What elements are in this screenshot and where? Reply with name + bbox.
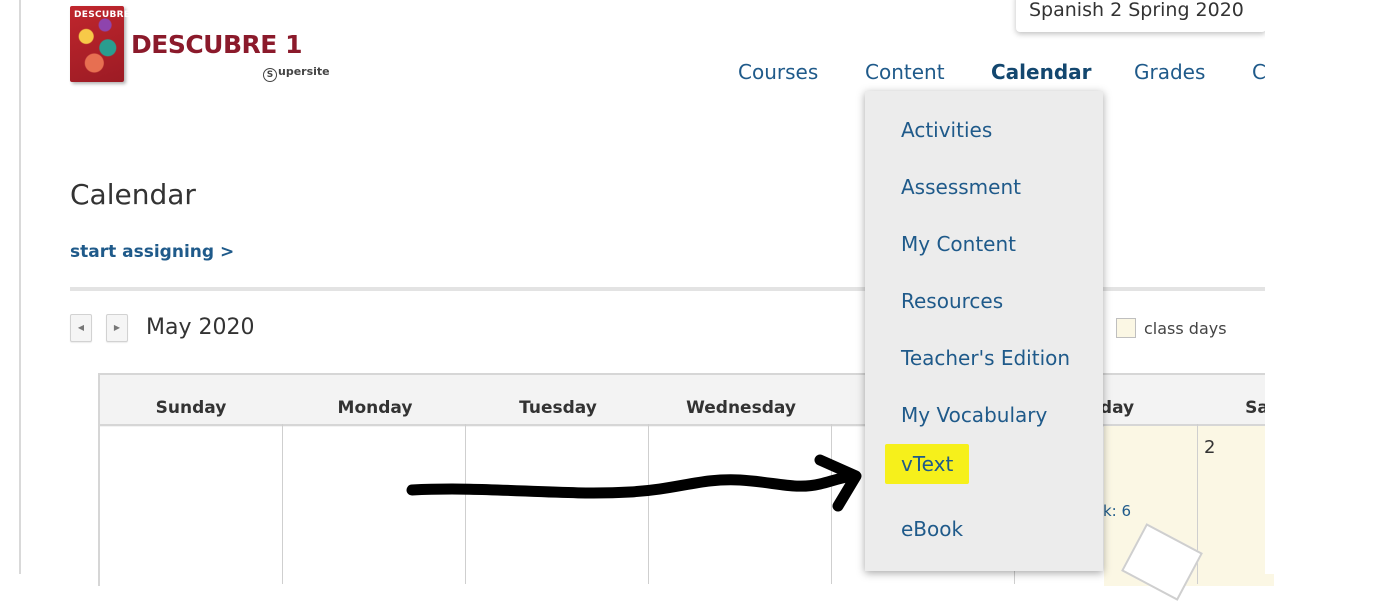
nav-more-truncated[interactable]: C — [1252, 60, 1266, 84]
book-cover-title: DESCUBRE — [74, 10, 131, 20]
brand-name: DESCUBRE 1 — [131, 30, 302, 59]
day-header-friday-partial: day — [1099, 398, 1135, 418]
supersite-logo: Supersite — [263, 65, 330, 82]
nav-calendar[interactable]: Calendar — [991, 60, 1092, 84]
course-name: Spanish 2 Spring 2020 — [1029, 0, 1244, 21]
supersite-s-icon: S — [263, 68, 277, 82]
menu-item-ebook[interactable]: eBook — [901, 517, 963, 541]
nav-courses[interactable]: Courses — [738, 60, 818, 84]
page-title: Calendar — [70, 178, 196, 211]
start-assigning-link[interactable]: start assigning > — [70, 242, 234, 262]
grid-line — [282, 424, 283, 584]
menu-item-teachers-edition[interactable]: Teacher's Edition — [901, 346, 1070, 370]
nav-grades[interactable]: Grades — [1134, 60, 1205, 84]
menu-item-my-content[interactable]: My Content — [901, 232, 1016, 256]
book-cover-icon: DESCUBRE — [70, 6, 130, 82]
current-month: May 2020 — [146, 315, 255, 340]
day-header-monday: Monday — [337, 398, 413, 418]
day-header-tuesday: Tuesday — [519, 398, 597, 418]
next-month-button[interactable]: ▶ — [106, 314, 128, 342]
content-dropdown-menu: Activities Assessment My Content Resourc… — [865, 91, 1103, 571]
descubre-logo[interactable]: DESCUBRE DESCUBRE 1 Supersite — [70, 6, 330, 86]
nav-content[interactable]: Content — [865, 60, 945, 84]
menu-item-activities[interactable]: Activities — [901, 118, 992, 142]
viewport-edge — [1265, 0, 1397, 574]
chevron-right-icon: ▶ — [113, 323, 121, 332]
day-header-wednesday: Wednesday — [686, 398, 796, 418]
prev-month-button[interactable]: ◀ — [70, 314, 92, 342]
menu-item-assessment[interactable]: Assessment — [901, 175, 1021, 199]
page-left-border — [19, 0, 21, 574]
chevron-left-icon: ◀ — [77, 323, 85, 332]
class-days-swatch — [1116, 318, 1136, 338]
class-days-label: class days — [1144, 319, 1227, 338]
day-header-sunday: Sunday — [155, 398, 227, 418]
calendar-item-fragment[interactable]: k: 6 — [1103, 502, 1131, 520]
course-selector[interactable]: Spanish 2 Spring 2020 — [1016, 0, 1266, 32]
date-number: 2 — [1204, 437, 1216, 458]
annotation-arrow-icon — [406, 454, 862, 512]
menu-item-vtext[interactable]: vText — [885, 444, 970, 484]
supersite-text: upersite — [278, 65, 330, 78]
menu-item-my-vocabulary[interactable]: My Vocabulary — [901, 403, 1047, 427]
class-days-legend: class days — [1116, 318, 1227, 338]
menu-item-resources[interactable]: Resources — [901, 289, 1003, 313]
